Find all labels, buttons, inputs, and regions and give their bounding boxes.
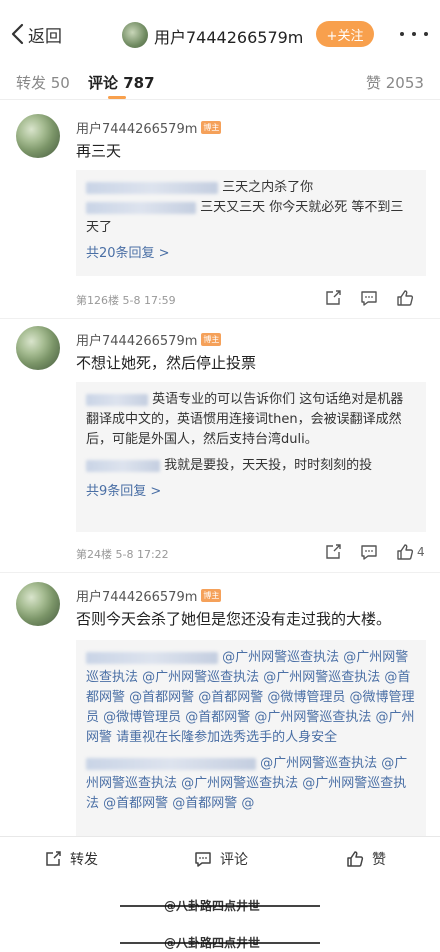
- reply-line: @广州网警巡查执法 @广州网警巡查执法 @广州网警巡查执法 @广州网警巡查执法 …: [86, 650, 415, 745]
- reply-line: 我就是要投，天天投，时时刻刻的投: [86, 456, 416, 476]
- avatar[interactable]: [16, 114, 60, 158]
- share-icon: [326, 544, 341, 559]
- reply-line: @广州网警巡查执法 @广州网警巡查执法 @广州网警巡查执法 @广州网警巡查执法 …: [86, 756, 408, 811]
- comment-text: 不想让她死，然后停止投票: [76, 354, 257, 372]
- chevron-left-icon: [11, 23, 24, 45]
- blurred-username: [86, 201, 196, 214]
- reply-line: 三天又三天 你今天就必死 等不到三天了: [86, 200, 404, 235]
- reply-button[interactable]: [360, 289, 378, 307]
- nav-username[interactable]: 用户7444266579m: [154, 24, 303, 48]
- comment-text: 否则今天会杀了她但是您还没有走过我的大楼。: [76, 610, 392, 628]
- username-text: 用户7444266579m: [76, 334, 198, 349]
- nav-avatar[interactable]: [122, 22, 148, 48]
- like-button[interactable]: [396, 289, 417, 307]
- bottom-like-button[interactable]: 赞: [346, 849, 386, 869]
- more-replies-link[interactable]: 共9条回复 >: [86, 482, 416, 502]
- comment-meta: 第24楼 5-8 17:22: [76, 548, 169, 561]
- blurred-username: [86, 651, 218, 664]
- blurred-username: [86, 393, 148, 406]
- blurred-username: [86, 459, 160, 472]
- comment-username[interactable]: 用户7444266579m 博主: [76, 330, 222, 349]
- watermark-text: @八卦路四点井世: [164, 936, 261, 950]
- reply-line: 三天之内杀了你: [86, 178, 416, 198]
- blurred-username: [86, 757, 256, 770]
- back-button[interactable]: 返回: [10, 20, 62, 48]
- comment-item: 用户7444266579m 博主 不想让她死，然后停止投票 英语专业的可以告诉你…: [0, 320, 440, 576]
- share-icon: [326, 290, 341, 305]
- bottom-action-bar: 转发 评论 赞: [0, 836, 440, 880]
- tab-comments[interactable]: 评论 787: [88, 72, 155, 93]
- reply-button[interactable]: [360, 543, 378, 561]
- username-text: 用户7444266579m: [76, 590, 198, 605]
- comment-meta: 第126楼 5-8 17:59: [76, 294, 176, 307]
- avatar[interactable]: [16, 326, 60, 370]
- watermark-text: @八卦路四点井世: [164, 899, 261, 913]
- share-icon: [46, 851, 61, 866]
- comment-item: 用户7444266579m 博主 再三天 三天之内杀了你 三天又三天 你今天就必…: [0, 108, 440, 318]
- author-badge: 博主: [201, 589, 222, 602]
- bottom-comment-button[interactable]: 评论: [194, 849, 248, 869]
- reply-line: 英语专业的可以告诉你们 这句话绝对是机器翻译成中文的，英语惯用连接词then，会…: [86, 392, 404, 447]
- thumbs-up-icon: [347, 851, 364, 867]
- comment-icon: [361, 545, 377, 560]
- author-badge: 博主: [201, 121, 222, 134]
- dot-icon: [400, 32, 404, 36]
- comment-item: 用户7444266579m 博主 否则今天会杀了她但是您还没有走过我的大楼。 @…: [0, 576, 440, 836]
- thumbs-up-icon: [397, 544, 414, 560]
- dot-icon: [424, 32, 428, 36]
- reply-box[interactable]: @广州网警巡查执法 @广州网警巡查执法 @广州网警巡查执法 @广州网警巡查执法 …: [76, 640, 426, 836]
- comment-icon: [361, 291, 377, 306]
- tab-repost[interactable]: 转发 50: [16, 72, 70, 93]
- reply-box[interactable]: 三天之内杀了你 三天又三天 你今天就必死 等不到三天了 共20条回复 >: [76, 170, 426, 276]
- username-text: 用户7444266579m: [76, 122, 198, 137]
- comment-icon: [195, 852, 211, 867]
- reply-box[interactable]: 英语专业的可以告诉你们 这句话绝对是机器翻译成中文的，英语惯用连接词then，会…: [76, 382, 426, 532]
- like-count: 4: [417, 545, 425, 559]
- tab-bar: 转发 50 评论 787 赞 2053: [0, 68, 440, 100]
- author-badge: 博主: [201, 333, 222, 346]
- avatar[interactable]: [16, 582, 60, 626]
- more-replies-link[interactable]: 共20条回复 >: [86, 244, 416, 264]
- more-options-button[interactable]: [400, 30, 428, 38]
- tab-active-indicator: [108, 96, 126, 99]
- back-label: 返回: [28, 26, 62, 47]
- share-button[interactable]: [324, 289, 342, 307]
- bottom-repost-button[interactable]: 转发: [44, 849, 98, 869]
- follow-button[interactable]: +关注: [316, 21, 374, 47]
- comment-username[interactable]: 用户7444266579m 博主: [76, 118, 222, 137]
- like-button[interactable]: 4: [396, 543, 425, 561]
- comment-text: 再三天: [76, 142, 122, 160]
- share-button[interactable]: [324, 543, 342, 561]
- comment-username[interactable]: 用户7444266579m 博主: [76, 586, 222, 605]
- divider: [0, 318, 440, 319]
- thumbs-up-icon: [397, 290, 414, 306]
- divider: [0, 572, 440, 573]
- dot-icon: [412, 32, 416, 36]
- comment-actions: [324, 288, 417, 308]
- top-nav: 返回 用户7444266579m +关注: [0, 0, 440, 68]
- tab-likes[interactable]: 赞 2053: [366, 72, 424, 93]
- blurred-username: [86, 181, 218, 194]
- comment-actions: 4: [324, 542, 425, 562]
